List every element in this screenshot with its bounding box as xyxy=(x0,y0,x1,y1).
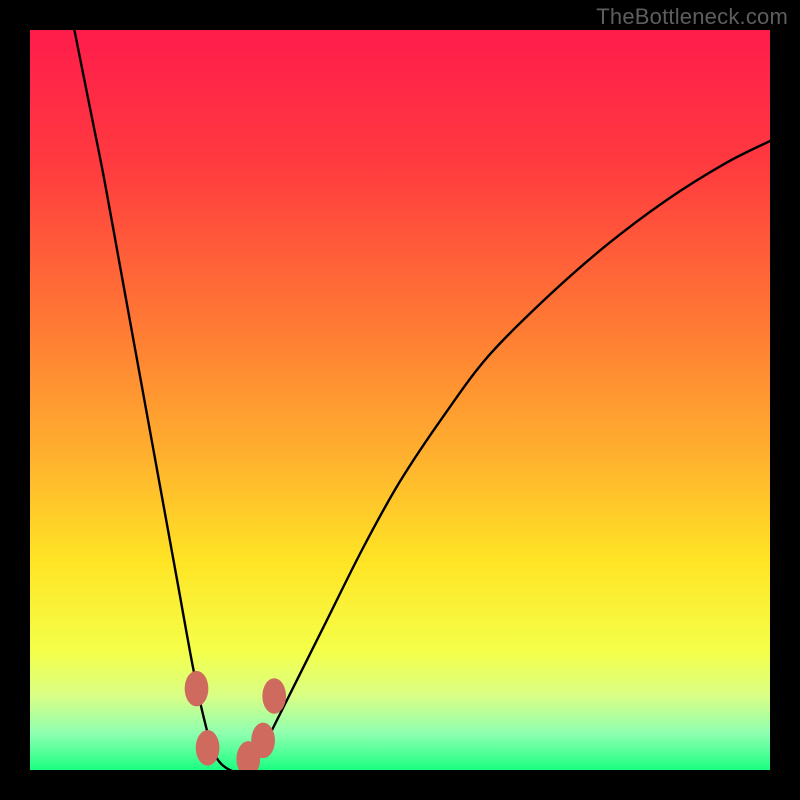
curve-marker xyxy=(251,723,275,759)
chart-frame: TheBottleneck.com xyxy=(0,0,800,800)
curve-marker xyxy=(196,730,220,766)
curve-marker xyxy=(262,678,286,714)
plot-area xyxy=(30,30,770,770)
bottleneck-chart xyxy=(30,30,770,770)
gradient-background xyxy=(30,30,770,770)
watermark-text: TheBottleneck.com xyxy=(596,4,788,30)
curve-marker xyxy=(185,671,209,707)
